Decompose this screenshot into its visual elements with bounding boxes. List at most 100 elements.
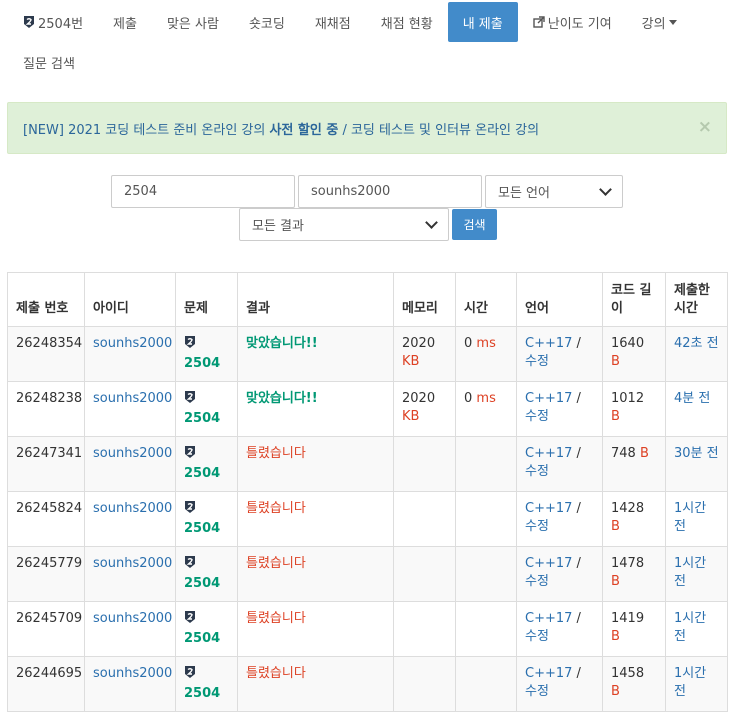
tier-badge-icon	[184, 610, 196, 630]
edit-link[interactable]: 수정	[525, 574, 549, 589]
nav-tab-row1-2[interactable]: 맞은 사람	[152, 2, 234, 42]
language-select[interactable]: 모든 언어	[485, 175, 623, 208]
length-cell: 1012 B	[602, 381, 666, 437]
nav-tab-row2-0[interactable]: 질문 검색	[8, 42, 90, 82]
problem-id-input[interactable]: 2504	[111, 175, 295, 208]
problem-link[interactable]: 2504	[184, 630, 229, 648]
column-header: 문제	[175, 272, 238, 327]
result-text[interactable]: 틀렸습니다	[246, 666, 306, 681]
language-link[interactable]: C++17	[525, 611, 572, 626]
length-unit: B	[611, 409, 620, 424]
memory-cell	[393, 656, 456, 712]
user-cell: sounhs2000	[84, 656, 176, 712]
result-text[interactable]: 틀렸습니다	[246, 611, 306, 626]
tier-badge-icon	[184, 665, 196, 685]
table-row: 26248354 sounhs2000 2504 맞았습니다!! 2020 KB 0 ms C…	[7, 326, 728, 382]
submitted-time-cell: 1시간 전	[665, 601, 728, 657]
length-cell: 1458 B	[602, 656, 666, 712]
user-link[interactable]: sounhs2000	[93, 336, 172, 351]
problem-link[interactable]: 2504	[184, 410, 229, 428]
result-text[interactable]: 틀렸습니다	[246, 446, 306, 461]
edit-link[interactable]: 수정	[525, 464, 549, 479]
edit-link[interactable]: 수정	[525, 684, 549, 699]
length-unit: B	[611, 684, 620, 699]
memory-cell: 2020 KB	[393, 381, 456, 437]
language-link[interactable]: C++17	[525, 336, 572, 351]
nav-tab-row1-8[interactable]: 강의	[627, 2, 692, 42]
search-button[interactable]: 검색	[452, 209, 497, 240]
language-link[interactable]: C++17	[525, 391, 572, 406]
language-link[interactable]: C++17	[525, 501, 572, 516]
user-id-input[interactable]: sounhs2000	[298, 175, 482, 208]
user-link[interactable]: sounhs2000	[93, 391, 172, 406]
edit-link[interactable]: 수정	[525, 629, 549, 644]
submitted-time-link[interactable]: 4분 전	[674, 391, 710, 406]
user-link[interactable]: sounhs2000	[93, 446, 172, 461]
length-unit: B	[611, 629, 620, 644]
tier-badge-icon	[23, 15, 35, 29]
column-header: 코드 길이	[602, 272, 666, 327]
nav-tab-row1-0[interactable]: 2504번	[8, 2, 98, 42]
nav-tab-label: 질문 검색	[23, 56, 75, 72]
nav-tab-row1-5[interactable]: 채점 현황	[366, 2, 448, 42]
problem-link[interactable]: 2504	[184, 355, 229, 373]
submitted-time-cell: 4분 전	[665, 381, 728, 437]
nav-tab-label: 채점 현황	[380, 16, 433, 32]
edit-link[interactable]: 수정	[525, 409, 549, 424]
nav-tab-row1-4[interactable]: 재채점	[300, 2, 366, 42]
length-cell: 1419 B	[602, 601, 666, 657]
nav-tab-row1-7[interactable]: 난이도 기여	[518, 2, 627, 42]
tier-badge-icon	[184, 390, 196, 410]
nav-tab-row1-3[interactable]: 숏코딩	[234, 2, 300, 42]
nav-tab-row1-1[interactable]: 제출	[98, 2, 152, 42]
result-text[interactable]: 틀렸습니다	[246, 556, 306, 571]
result-text[interactable]: 틀렸습니다	[246, 501, 306, 516]
memory-cell	[393, 546, 456, 602]
tier-badge-icon	[184, 500, 196, 520]
result-text[interactable]: 맞았습니다!!	[246, 391, 318, 406]
promo-alert-text[interactable]: [NEW] 2021 코딩 테스트 준비 온라인 강의 사전 할인 중 / 코딩…	[23, 119, 539, 138]
language-link[interactable]: C++17	[525, 556, 572, 571]
length-unit: B	[639, 446, 649, 461]
problem-cell: 2504	[175, 601, 238, 657]
result-select[interactable]: 모든 결과	[239, 208, 449, 241]
problem-link[interactable]: 2504	[184, 465, 229, 483]
user-cell: sounhs2000	[84, 381, 176, 437]
length-unit: B	[611, 354, 620, 369]
edit-link[interactable]: 수정	[525, 519, 549, 534]
user-cell: sounhs2000	[84, 601, 176, 657]
memory-unit: KB	[402, 354, 420, 369]
language-link[interactable]: C++17	[525, 446, 572, 461]
edit-link[interactable]: 수정	[525, 354, 549, 369]
close-icon[interactable]: ×	[698, 117, 712, 137]
submitted-time-link[interactable]: 1시간 전	[674, 611, 706, 644]
language-link[interactable]: C++17	[525, 666, 572, 681]
memory-value: 2020	[402, 391, 436, 406]
problem-link[interactable]: 2504	[184, 575, 229, 593]
user-link[interactable]: sounhs2000	[93, 666, 172, 681]
result-text[interactable]: 맞았습니다!!	[246, 336, 318, 351]
memory-cell	[393, 436, 456, 492]
caret-down-icon	[668, 19, 677, 25]
problem-link[interactable]: 2504	[184, 685, 229, 703]
submitted-time-link[interactable]: 42초 전	[674, 336, 719, 351]
submitted-time-link[interactable]: 1시간 전	[674, 556, 706, 589]
problem-cell: 2504	[175, 546, 238, 602]
submitted-time-cell: 1시간 전	[665, 491, 728, 547]
nav-tab-label: 숏코딩	[248, 16, 285, 32]
submitted-time-link[interactable]: 1시간 전	[674, 666, 706, 699]
nav-row-secondary: 질문 검색	[8, 42, 90, 82]
result-cell: 틀렸습니다	[237, 491, 394, 547]
time-unit: ms	[476, 336, 496, 351]
submitted-time-link[interactable]: 30분 전	[674, 446, 719, 461]
user-link[interactable]: sounhs2000	[93, 501, 172, 516]
nav-tab-row1-6[interactable]: 내 제출	[447, 2, 518, 42]
promo-alert-highlight: 사전 할인 중	[269, 122, 339, 138]
user-link[interactable]: sounhs2000	[93, 556, 172, 571]
problem-link[interactable]: 2504	[184, 520, 229, 538]
nav-tab-label: 내 제출	[462, 16, 503, 32]
user-link[interactable]: sounhs2000	[93, 611, 172, 626]
submitted-time-link[interactable]: 1시간 전	[674, 501, 706, 534]
promo-alert: [NEW] 2021 코딩 테스트 준비 온라인 강의 사전 할인 중 / 코딩…	[7, 102, 727, 154]
language-cell: C++17 / 수정	[516, 546, 603, 602]
